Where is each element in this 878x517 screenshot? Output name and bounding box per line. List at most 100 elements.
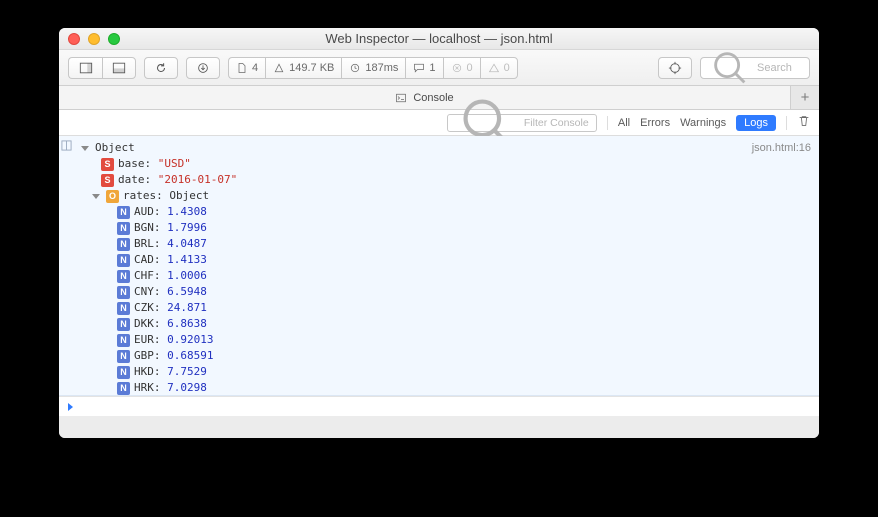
prop-value: 7.0298 [167, 381, 207, 394]
toolbar: 4 149.7 KB 187ms 1 0 0 [59, 50, 819, 86]
filter-input[interactable] [524, 117, 591, 129]
window-controls [68, 33, 120, 45]
inspect-element-button[interactable] [658, 57, 692, 79]
scope-logs[interactable]: Logs [736, 115, 776, 131]
object-tree: Object S base: "USD" S date: "2016-01-07… [73, 140, 237, 396]
source-location[interactable]: json.html:16 [752, 140, 811, 156]
number-badge-icon: N [117, 254, 130, 267]
tree-row-rate[interactable]: NHRK: 7.0298 [81, 380, 237, 396]
download-icon [196, 61, 210, 75]
warnings-metric[interactable]: 0 [480, 57, 518, 79]
search-input[interactable] [757, 62, 803, 74]
scope-bar: All Errors Warnings Logs [59, 110, 819, 136]
number-badge-icon: N [117, 382, 130, 395]
dock-bottom-button[interactable] [102, 57, 136, 79]
prompt-chevron-icon [67, 403, 75, 411]
size-value: 149.7 KB [289, 62, 334, 74]
console-output: json.html:16 Object S base: "USD" S [59, 136, 819, 396]
prop-key: EUR [134, 333, 154, 346]
prop-value: 7.7529 [167, 365, 207, 378]
error-icon [451, 62, 463, 74]
reload-button[interactable] [144, 57, 178, 79]
search-icon [707, 45, 753, 91]
tabbar: Console + [59, 86, 819, 110]
clear-log-button[interactable] [797, 114, 811, 131]
disclosure-triangle-icon[interactable] [92, 194, 100, 199]
prop-key: BGN [134, 221, 154, 234]
tab-console-label: Console [413, 92, 453, 104]
reload-icon [154, 61, 168, 75]
scope-warnings[interactable]: Warnings [680, 117, 726, 129]
tree-row-root[interactable]: Object [81, 140, 237, 156]
number-badge-icon: N [117, 286, 130, 299]
prop-value: 6.8638 [167, 317, 207, 330]
tree-row-rate[interactable]: NHKD: 7.7529 [81, 364, 237, 380]
tree-row-rate[interactable]: NGBP: 0.68591 [81, 348, 237, 364]
tree-row-rate[interactable]: NCHF: 1.0006 [81, 268, 237, 284]
split-gutter[interactable] [59, 140, 73, 396]
string-badge-icon: S [101, 158, 114, 171]
prop-key: CAD [134, 253, 154, 266]
warnings-value: 0 [504, 62, 510, 74]
window-title: Web Inspector — localhost — json.html [59, 31, 819, 46]
prop-key: date [118, 173, 145, 186]
time-metric[interactable]: 187ms [341, 57, 405, 79]
logs-metric[interactable]: 1 [405, 57, 442, 79]
prop-key: HRK [134, 381, 154, 394]
prop-key: CHF [134, 269, 154, 282]
tree-row-rate[interactable]: NAUD: 1.4308 [81, 204, 237, 220]
tree-row-base[interactable]: S base: "USD" [81, 156, 237, 172]
number-badge-icon: N [117, 238, 130, 251]
tree-row-rate[interactable]: NBGN: 1.7996 [81, 220, 237, 236]
filter-box[interactable] [447, 114, 597, 132]
disclosure-triangle-icon[interactable] [81, 146, 89, 151]
trash-icon [797, 114, 811, 128]
tree-row-rate[interactable]: NCNY: 6.5948 [81, 284, 237, 300]
prop-key: AUD [134, 205, 154, 218]
prop-value: 1.4308 [167, 205, 207, 218]
number-badge-icon: N [117, 206, 130, 219]
scope-all[interactable]: All [618, 117, 630, 129]
tab-console[interactable]: Console [59, 86, 791, 109]
prop-value: 1.0006 [167, 269, 207, 282]
add-tab-button[interactable]: + [791, 86, 819, 109]
close-window-button[interactable] [68, 33, 80, 45]
prop-value: 1.4133 [167, 253, 207, 266]
tree-row-rate[interactable]: NEUR: 0.92013 [81, 332, 237, 348]
console-prompt[interactable] [59, 396, 819, 416]
prop-key: CNY [134, 285, 154, 298]
resources-metric[interactable]: 4 [228, 57, 265, 79]
crosshair-icon [668, 61, 682, 75]
tree-row-rate[interactable]: NDKK: 6.8638 [81, 316, 237, 332]
bottom-chrome [59, 416, 819, 438]
tree-row-rate[interactable]: NCZK: 24.871 [81, 300, 237, 316]
prop-key: DKK [134, 317, 154, 330]
resources-count: 4 [252, 62, 258, 74]
errors-value: 0 [467, 62, 473, 74]
prop-value: 0.68591 [167, 349, 213, 362]
errors-metric[interactable]: 0 [443, 57, 480, 79]
download-button[interactable] [186, 57, 220, 79]
tree-row-rates[interactable]: O rates: Object [81, 188, 237, 204]
minimize-window-button[interactable] [88, 33, 100, 45]
prop-value: 4.0487 [167, 237, 207, 250]
scope-errors[interactable]: Errors [640, 117, 670, 129]
zoom-window-button[interactable] [108, 33, 120, 45]
prop-value: "USD" [158, 157, 191, 170]
dock-right-button[interactable] [68, 57, 102, 79]
prop-key: base [118, 157, 145, 170]
tree-row-rate[interactable]: NCAD: 1.4133 [81, 252, 237, 268]
divider [786, 116, 787, 130]
prop-key: rates [123, 189, 156, 202]
dock-bottom-icon [112, 61, 126, 75]
prop-value: 1.7996 [167, 221, 207, 234]
string-badge-icon: S [101, 174, 114, 187]
tree-row-date[interactable]: S date: "2016-01-07" [81, 172, 237, 188]
toolbar-search[interactable] [700, 57, 810, 79]
toolbar-metrics: 4 149.7 KB 187ms 1 0 0 [228, 57, 518, 79]
size-metric[interactable]: 149.7 KB [265, 57, 341, 79]
chat-icon [413, 62, 425, 74]
number-badge-icon: N [117, 366, 130, 379]
tree-row-rate[interactable]: NBRL: 4.0487 [81, 236, 237, 252]
divider [607, 116, 608, 130]
